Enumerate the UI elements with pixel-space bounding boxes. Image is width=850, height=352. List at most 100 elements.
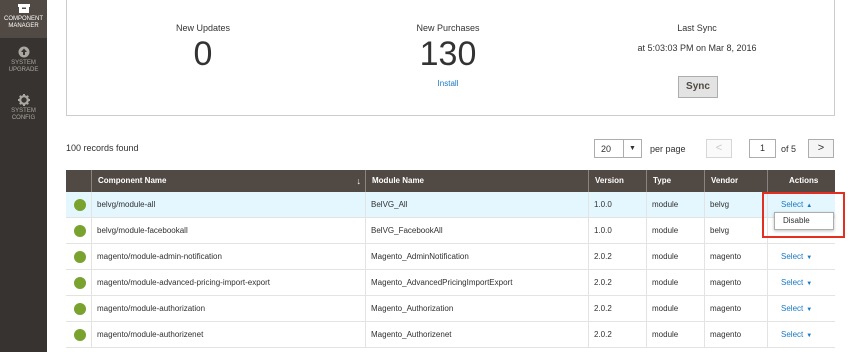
cell-module: BelVG_All: [371, 200, 408, 209]
header-module-name[interactable]: Module Name: [365, 170, 588, 192]
action-select-label: Select: [781, 304, 804, 313]
chevron-down-icon[interactable]: ▼: [623, 140, 641, 157]
action-select-label: Select: [781, 330, 804, 339]
cell-module: Magento_Authorizenet: [371, 330, 452, 339]
last-sync-label: Last Sync: [677, 23, 717, 33]
cell-component: belvg/module-all: [97, 200, 156, 209]
chevron-down-icon: ▼: [806, 281, 813, 287]
new-updates-value: 0: [193, 35, 213, 73]
header-component-label: Component Name: [98, 176, 167, 185]
cell-component: magento/module-admin-notification: [97, 252, 222, 261]
prev-page-button[interactable]: <: [706, 139, 732, 158]
cell-module: Magento_AdminNotification: [371, 252, 469, 261]
nav-label-line1: SYSTEM: [11, 108, 36, 114]
header-type[interactable]: Type: [646, 170, 704, 192]
cell-module: Magento_Authorization: [371, 304, 454, 313]
sync-button[interactable]: Sync: [678, 76, 718, 98]
cell-type: module: [652, 304, 679, 313]
header-vendor[interactable]: Vendor: [704, 170, 767, 192]
table-row: magento/module-authorization Magento_Aut…: [66, 296, 835, 322]
grid-header: Component Name ↓ Module Name Version Typ…: [66, 170, 835, 192]
nav-label-line1: COMPONENT: [4, 16, 43, 22]
cell-vendor: belvg: [710, 226, 730, 235]
stats-panel: New Updates 0 New Purchases 130 Install …: [66, 0, 835, 116]
action-select[interactable]: Select ▼: [775, 296, 812, 322]
new-purchases-value: 130: [419, 35, 477, 73]
table-row: belvg/module-facebookall BelVG_FacebookA…: [66, 218, 835, 244]
cell-type: module: [652, 252, 679, 261]
cell-vendor: magento: [710, 252, 742, 261]
cell-version: 2.0.2: [594, 330, 612, 339]
status-dot: [74, 303, 86, 315]
per-page-value: 20: [601, 144, 612, 154]
sort-arrow-icon: ↓: [356, 176, 362, 186]
chevron-down-icon: ▼: [806, 333, 813, 339]
page-number-input[interactable]: 1: [749, 139, 776, 158]
new-purchases-label: New Purchases: [416, 23, 480, 33]
nav-label-line2: UPGRADE: [8, 67, 39, 73]
table-row: magento/module-advanced-pricing-import-e…: [66, 270, 835, 296]
status-dot: [74, 329, 86, 341]
per-page-label: per page: [650, 144, 686, 154]
highlight-box: [762, 192, 845, 238]
per-page-select[interactable]: 20 ▼: [594, 139, 642, 158]
nav-system-config[interactable]: SYSTEM CONFIG: [0, 94, 47, 122]
nav-label-line1: SYSTEM: [11, 60, 36, 66]
last-sync-time: at 5:03:03 PM on Mar 8, 2016: [637, 43, 757, 53]
new-purchases-stat: New Purchases 130 Install: [398, 23, 498, 91]
cell-vendor: magento: [710, 330, 742, 339]
nav-label-line2: CONFIG: [11, 115, 36, 121]
last-sync-stat: Last Sync at 5:03:03 PM on Mar 8, 2016: [617, 23, 777, 53]
chevron-down-icon: ▼: [806, 255, 813, 261]
nav-label-line2: MANAGER: [8, 23, 39, 29]
table-row: magento/module-authorizenet Magento_Auth…: [66, 322, 835, 348]
header-actions: Actions: [767, 170, 835, 192]
cell-vendor: magento: [710, 278, 742, 287]
cell-component: magento/module-advanced-pricing-import-e…: [97, 278, 270, 287]
cell-module: Magento_AdvancedPricingImportExport: [371, 278, 513, 287]
table-row: magento/module-admin-notification Magent…: [66, 244, 835, 270]
nav-system-upgrade[interactable]: SYSTEM UPGRADE: [0, 46, 47, 74]
action-select-label: Select: [781, 252, 804, 261]
records-count: 100 records found: [66, 143, 139, 153]
status-dot: [74, 225, 86, 237]
action-select[interactable]: Select ▼: [775, 270, 812, 296]
cell-component: magento/module-authorizenet: [97, 330, 204, 339]
table-row: belvg/module-all BelVG_All 1.0.0 module …: [66, 192, 835, 218]
admin-sidebar: COMPONENT MANAGER SYSTEM UPGRADE SYSTEM …: [0, 0, 47, 352]
cell-vendor: magento: [710, 304, 742, 313]
cell-type: module: [652, 278, 679, 287]
action-select[interactable]: Select ▼: [775, 244, 812, 270]
action-select[interactable]: Select ▼: [775, 322, 812, 348]
header-status: [66, 170, 91, 192]
cell-version: 1.0.0: [594, 200, 612, 209]
box-icon: [17, 4, 30, 13]
cell-version: 1.0.0: [594, 226, 612, 235]
cell-version: 2.0.2: [594, 252, 612, 261]
cell-vendor: belvg: [710, 200, 730, 209]
gear-icon: [17, 94, 30, 106]
cell-type: module: [652, 200, 679, 209]
cell-component: magento/module-authorization: [97, 304, 206, 313]
status-dot: [74, 199, 86, 211]
page-total: of 5: [781, 144, 797, 154]
cell-version: 2.0.2: [594, 278, 612, 287]
cell-type: module: [652, 330, 679, 339]
status-dot: [74, 251, 86, 263]
next-page-button[interactable]: >: [808, 139, 834, 158]
components-grid: Component Name ↓ Module Name Version Typ…: [66, 170, 835, 348]
nav-component-manager[interactable]: COMPONENT MANAGER: [0, 0, 47, 38]
chevron-down-icon: ▼: [806, 307, 813, 313]
header-component-name[interactable]: Component Name ↓: [91, 170, 365, 192]
upgrade-icon: [18, 46, 29, 58]
new-updates-stat: New Updates 0: [153, 23, 253, 73]
new-updates-label: New Updates: [175, 23, 231, 33]
cell-component: belvg/module-facebookall: [97, 226, 188, 235]
cell-type: module: [652, 226, 679, 235]
cell-version: 2.0.2: [594, 304, 612, 313]
status-dot: [74, 277, 86, 289]
install-link[interactable]: Install: [438, 79, 459, 88]
action-select-label: Select: [781, 278, 804, 287]
cell-module: BelVG_FacebookAll: [371, 226, 443, 235]
header-version[interactable]: Version: [588, 170, 646, 192]
